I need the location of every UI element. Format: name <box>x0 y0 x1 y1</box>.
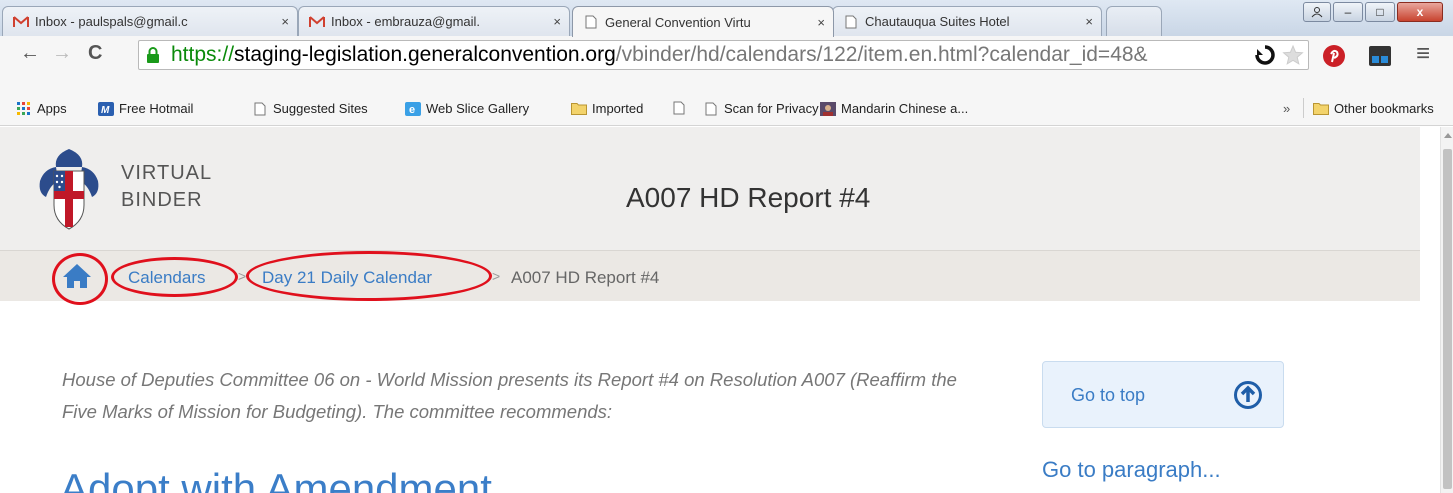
menu-icon[interactable]: ≡ <box>1416 40 1430 68</box>
window-controls: – □ x <box>1303 2 1443 22</box>
gmail-icon <box>13 15 29 29</box>
breadcrumb-calendars[interactable]: Calendars <box>128 268 206 288</box>
tab-title: Inbox - embrauza@gmail. <box>331 14 481 29</box>
user-icon[interactable] <box>1303 2 1331 22</box>
bookmark-label: Free Hotmail <box>119 101 194 116</box>
vertical-scrollbar[interactable] <box>1440 127 1453 493</box>
bookmark-label: Apps <box>37 101 67 116</box>
bookmark-scan-for-privacy[interactable]: Scan for Privacy <box>703 101 819 116</box>
maximize-button[interactable]: □ <box>1365 2 1395 22</box>
other-bookmarks[interactable]: Other bookmarks <box>1313 101 1434 116</box>
scroll-thumb[interactable] <box>1443 149 1452 489</box>
omnibox-actions <box>1254 44 1304 66</box>
folder-icon <box>571 102 587 116</box>
ie-icon: e <box>405 101 421 116</box>
breadcrumb-current: A007 HD Report #4 <box>511 268 660 287</box>
tab-gmail-paulspals[interactable]: Inbox - paulspals@gmail.c × <box>2 6 298 36</box>
bookmark-label: Suggested Sites <box>273 101 368 116</box>
address-bar[interactable]: https://staging-legislation.generalconve… <box>138 40 1309 70</box>
bookmark-imported[interactable]: Imported <box>571 101 643 116</box>
bookmark-label: Scan for Privacy <box>724 101 819 116</box>
page-icon <box>583 15 599 29</box>
bookmark-mandarin-chinese[interactable]: Mandarin Chinese a... <box>820 101 968 116</box>
arrow-up-circle-icon <box>1233 380 1263 415</box>
tab-close-icon[interactable]: × <box>553 14 561 29</box>
report-summary: House of Deputies Committee 06 on - Worl… <box>62 369 957 422</box>
recommendation-heading: Adopt with Amendment <box>60 465 492 493</box>
close-window-button[interactable]: x <box>1397 2 1443 22</box>
back-button[interactable]: ← <box>20 42 40 65</box>
reload-button[interactable]: C <box>88 42 102 65</box>
gmail-icon <box>309 15 325 29</box>
breadcrumb-separator: > <box>492 268 501 284</box>
page-icon <box>703 102 719 116</box>
lock-icon <box>145 46 167 64</box>
svg-text:M: M <box>101 105 110 116</box>
page-icon <box>671 101 687 115</box>
tab-strip: Inbox - paulspals@gmail.c × Inbox - embr… <box>0 0 1453 37</box>
bookmark-suggested-sites[interactable]: Suggested Sites <box>252 101 368 116</box>
bookmarks-overflow-button[interactable]: » <box>1283 101 1290 116</box>
apps-grid-icon <box>16 101 32 116</box>
msn-icon: M <box>98 101 114 116</box>
tab-title: Inbox - paulspals@gmail.c <box>35 14 188 29</box>
new-tab-button[interactable] <box>1106 6 1162 36</box>
browser-toolbar: ← → C https://staging-legislation.genera… <box>0 36 1453 92</box>
bookmark-label: Imported <box>592 101 644 116</box>
forward-button[interactable]: → <box>52 42 72 65</box>
go-to-paragraph-link[interactable]: Go to paragraph... <box>1042 457 1221 483</box>
episcopal-shield-logo[interactable] <box>34 147 104 236</box>
bookmarks-divider <box>1303 98 1304 118</box>
go-to-top-label: Go to top <box>1071 385 1146 405</box>
scroll-up-arrow-icon[interactable] <box>1444 133 1452 138</box>
minimize-button[interactable]: – <box>1333 2 1363 22</box>
thumbnail-icon <box>820 101 836 116</box>
bookmark-free-hotmail[interactable]: M Free Hotmail <box>98 101 193 116</box>
pinterest-icon[interactable] <box>1322 44 1346 73</box>
loading-icon <box>1255 45 1275 65</box>
svg-text:e: e <box>409 104 415 116</box>
page-icon <box>252 102 268 116</box>
bookmark-label: Mandarin Chinese a... <box>841 101 969 116</box>
tab-title: Chautauqua Suites Hotel <box>865 14 1010 29</box>
url-scheme: https:// <box>171 43 235 66</box>
url-host: staging-legislation.generalconvention.or… <box>234 43 616 66</box>
url-path: /vbinder/hd/calendars/122/item.en.html?c… <box>615 43 1148 66</box>
site-name-line1: VIRTUAL <box>121 162 213 184</box>
page-title: A007 HD Report #4 <box>626 182 871 213</box>
breadcrumb <box>0 251 1420 301</box>
bookmark-web-slice-gallery[interactable]: e Web Slice Gallery <box>405 101 529 116</box>
page-icon <box>843 15 859 29</box>
bookmark-untitled[interactable] <box>671 101 692 115</box>
tab-close-icon[interactable]: × <box>281 14 289 29</box>
bookmark-label: Web Slice Gallery <box>426 101 530 116</box>
bookmarks-bar: Apps M Free Hotmail Suggested Sites e We… <box>0 92 1453 126</box>
tab-close-icon[interactable]: × <box>817 15 825 30</box>
site-name-line2: BINDER <box>121 189 203 211</box>
tab-general-convention[interactable]: General Convention Virtu × <box>572 6 834 37</box>
go-to-top-button[interactable]: Go to top <box>1042 361 1284 428</box>
tab-title: General Convention Virtu <box>605 14 751 30</box>
bookmark-apps[interactable]: Apps <box>16 101 67 116</box>
site-name: VIRTUAL BINDER <box>121 160 241 214</box>
extension-icon[interactable] <box>1368 44 1392 73</box>
tab-close-icon[interactable]: × <box>1085 14 1093 29</box>
bookmark-star-icon[interactable] <box>1282 44 1304 66</box>
folder-icon <box>1313 102 1329 116</box>
web-page: VIRTUAL BINDER A007 HD Report #4 Calenda… <box>0 127 1440 493</box>
home-icon[interactable] <box>60 261 94 296</box>
tab-gmail-embrauza[interactable]: Inbox - embrauza@gmail. × <box>298 6 570 36</box>
bookmark-label: Other bookmarks <box>1334 101 1434 116</box>
breadcrumb-separator: > <box>238 268 247 284</box>
tab-chautauqua[interactable]: Chautauqua Suites Hotel × <box>832 6 1102 36</box>
breadcrumb-day-21[interactable]: Day 21 Daily Calendar <box>262 268 432 288</box>
